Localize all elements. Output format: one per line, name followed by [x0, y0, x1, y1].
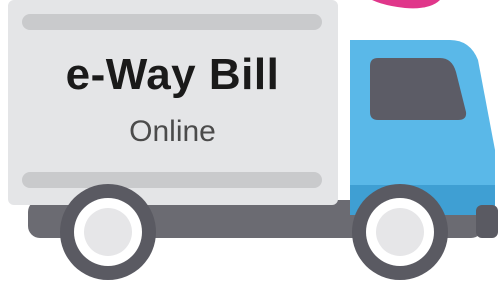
cab-bumper: [476, 205, 498, 238]
pink-accent-shape: [372, 0, 440, 9]
cargo-subtitle: Online: [129, 115, 216, 148]
cargo-title: e-Way Bill: [65, 50, 280, 99]
cab-window: [370, 58, 467, 120]
cargo-bottom-stripe: [22, 172, 322, 188]
truck-illustration: e-Way Bill Online: [0, 0, 501, 292]
rear-wheel-center: [84, 208, 132, 256]
front-wheel-center: [376, 208, 424, 256]
cargo-top-stripe: [22, 14, 322, 30]
